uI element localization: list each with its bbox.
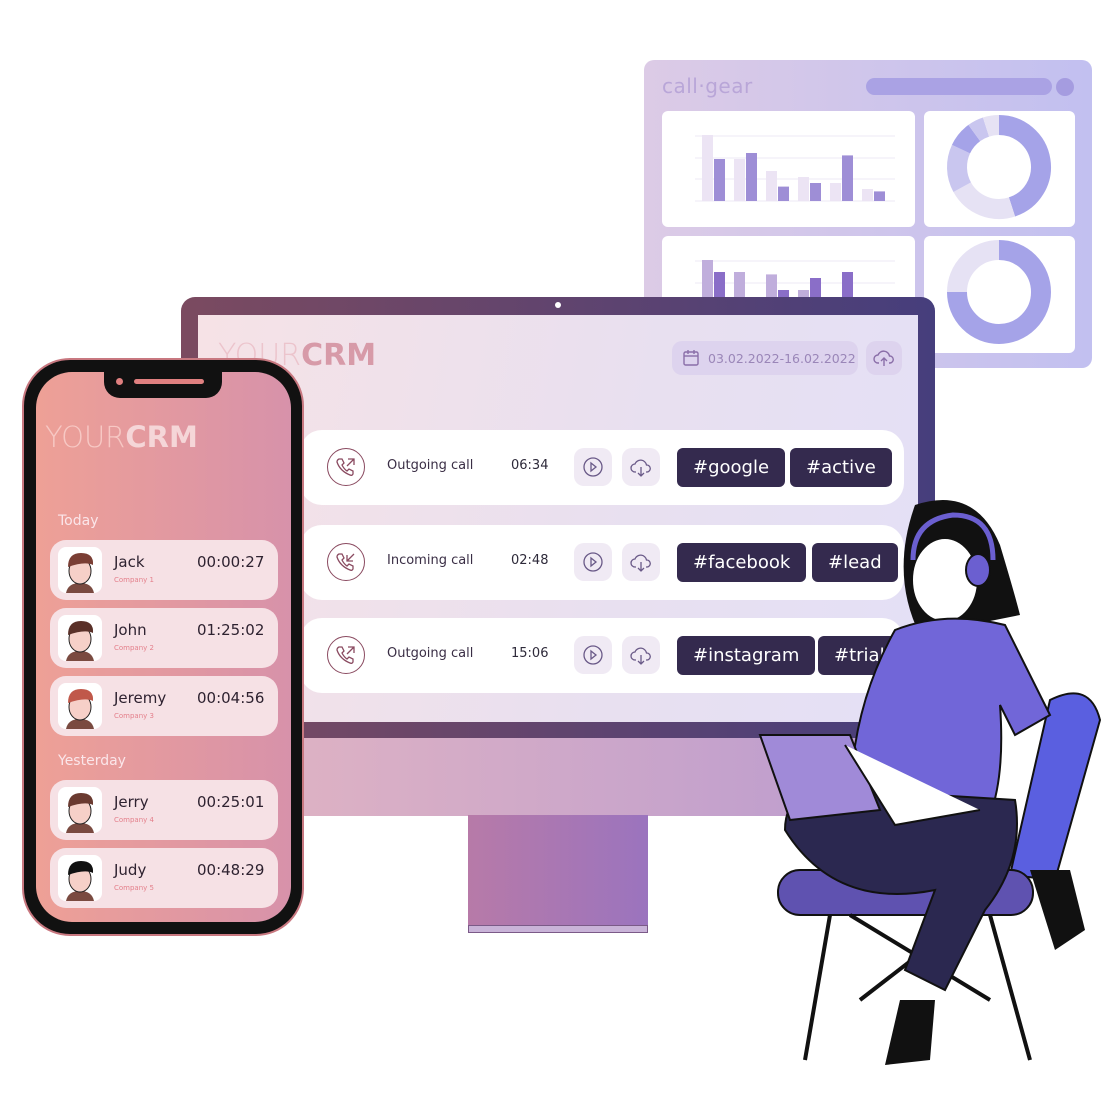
donut-slice [982, 115, 1000, 137]
bar-dark [778, 186, 789, 201]
play-button[interactable] [574, 448, 612, 486]
contact-item[interactable]: Jerry Company 4 00:25:01 [50, 780, 278, 840]
call-row[interactable]: Outgoing call 06:34 #google #active [300, 430, 904, 505]
call-type: Outgoing call [387, 646, 474, 661]
bar-dark [810, 183, 821, 201]
search-bar[interactable] [866, 78, 1052, 95]
play-button[interactable] [574, 636, 612, 674]
contact-name: Judy [114, 861, 147, 879]
tag[interactable]: #active [790, 448, 892, 487]
avatar [58, 683, 102, 729]
monitor-stand [468, 815, 648, 927]
bar-light [766, 171, 777, 201]
cloud-download-icon [630, 647, 651, 665]
bar-dark [874, 191, 885, 201]
date-range-picker[interactable]: 03.02.2022-16.02.2022 [672, 341, 858, 375]
logo-bold: CRM [125, 420, 198, 454]
call-duration: 15:06 [511, 646, 549, 661]
contact-name: Jerry [114, 793, 149, 811]
call-duration: 06:34 [511, 458, 549, 473]
section-yesterday: Yesterday [58, 753, 126, 769]
phone-notch [104, 370, 222, 398]
contact-company: Company 4 [114, 816, 154, 824]
date-range-text: 03.02.2022-16.02.2022 [708, 350, 856, 366]
avatar[interactable] [1056, 78, 1074, 96]
bar-dark [714, 159, 725, 201]
contact-name: Jeremy [114, 689, 167, 707]
call-time: 00:04:56 [197, 689, 265, 707]
call-time: 00:00:27 [197, 553, 265, 571]
tag[interactable]: #google [677, 448, 786, 487]
contact-name: Jack [114, 553, 145, 571]
section-today: Today [58, 513, 99, 529]
donut-chart [947, 240, 1051, 344]
calendar-icon [683, 350, 699, 366]
play-icon [583, 645, 603, 665]
bar-chart [695, 135, 895, 202]
download-button[interactable] [622, 636, 660, 674]
contact-item[interactable]: John Company 2 01:25:02 [50, 608, 278, 668]
call-time: 00:25:01 [197, 793, 265, 811]
bar-dark [746, 153, 757, 201]
contact-item[interactable]: Jack Company 1 00:00:27 [50, 540, 278, 600]
support-agent-illustration [758, 500, 1102, 1065]
download-button[interactable] [622, 448, 660, 486]
donut-slice [947, 144, 972, 193]
avatar [58, 547, 102, 593]
contact-company: Company 5 [114, 884, 154, 892]
avatar [58, 855, 102, 901]
call-time: 00:48:29 [197, 861, 265, 879]
contact-item[interactable]: Judy Company 5 00:48:29 [50, 848, 278, 908]
bar-light [830, 183, 841, 201]
call-type: Incoming call [387, 553, 474, 568]
donut-chart-card [924, 111, 1075, 227]
outgoing-call-icon [327, 636, 365, 674]
avatar [58, 615, 102, 661]
contact-name: John [114, 621, 147, 639]
incoming-call-icon [327, 543, 365, 581]
outgoing-call-icon [327, 448, 365, 486]
phone-crm-logo: YOURCRM [45, 420, 198, 454]
call-duration: 02:48 [511, 553, 549, 568]
contact-company: Company 2 [114, 644, 154, 652]
contact-company: Company 1 [114, 576, 154, 584]
donut-slice [998, 115, 1051, 217]
play-icon [583, 457, 603, 477]
play-button[interactable] [574, 543, 612, 581]
cloud-download-icon [630, 554, 651, 572]
logo-bold: CRM [301, 338, 377, 373]
download-button[interactable] [622, 543, 660, 581]
donut-chart-card [924, 236, 1075, 353]
bar-chart-card [662, 111, 915, 227]
bar-dark [842, 155, 853, 201]
bar-light [734, 159, 745, 201]
bar-light [702, 135, 713, 201]
monitor-foot [468, 925, 648, 933]
donut-slice [951, 124, 981, 154]
bar-light [862, 189, 873, 201]
donut-slice [968, 117, 990, 142]
contact-company: Company 3 [114, 712, 154, 720]
call-type: Outgoing call [387, 458, 474, 473]
donut-slice [947, 240, 1000, 293]
upload-button[interactable] [866, 341, 902, 375]
camera-dot [555, 302, 561, 308]
call-time: 01:25:02 [197, 621, 265, 639]
avatar [58, 787, 102, 833]
contact-item[interactable]: Jeremy Company 3 00:04:56 [50, 676, 278, 736]
cloud-upload-icon [873, 350, 894, 366]
cloud-download-icon [630, 459, 651, 477]
bar-light [798, 177, 809, 201]
play-icon [583, 552, 603, 572]
callgear-logo: call·gear [662, 74, 753, 98]
donut-chart [947, 115, 1051, 219]
logo-light: YOUR [45, 420, 126, 454]
donut-slice [953, 181, 1016, 219]
